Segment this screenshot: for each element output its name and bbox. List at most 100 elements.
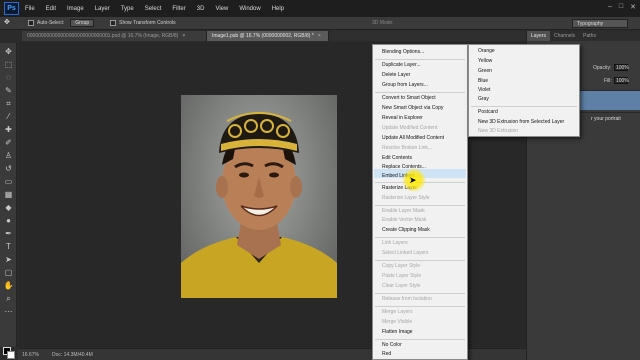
layer-context-menu: Blending Options... Duplicate Layer... D… (372, 44, 468, 360)
mouse-cursor-icon: ➤ (409, 175, 417, 185)
options-bar: ✥ Auto-Select: Group Show Transform Cont… (0, 17, 640, 30)
layer-name: r your portrait (591, 116, 621, 122)
menu-select[interactable]: Select (145, 6, 162, 12)
shape-tool-icon[interactable]: ▢ (3, 268, 14, 277)
move-tool-icon[interactable]: ✥ (3, 47, 14, 56)
tab-channels[interactable]: Channels (550, 31, 579, 41)
auto-select-dropdown[interactable]: Group (70, 19, 95, 27)
menu-item-violet[interactable]: Violet (478, 87, 490, 93)
menu-item-update-all-modified[interactable]: Update All Modified Content (382, 135, 444, 141)
pen-tool-icon[interactable]: ✒ (3, 229, 14, 238)
zoom-tool-icon[interactable]: ⌕ (3, 294, 14, 303)
workspace-dropdown[interactable]: Typography (572, 19, 628, 28)
menu-item-merge-visible: Merge Visible (382, 319, 413, 325)
menu-separator (375, 237, 465, 238)
portrait-image (181, 95, 337, 298)
background-color-swatch[interactable] (7, 351, 15, 359)
menu-item-blue[interactable]: Blue (478, 78, 488, 84)
menu-type[interactable]: Type (121, 6, 134, 12)
menu-separator (375, 339, 465, 340)
hand-tool-icon[interactable]: ✋ (3, 281, 14, 290)
menu-item-copy-layer-style: Copy Layer Style (382, 263, 421, 269)
tab-layers[interactable]: Layers (527, 31, 551, 41)
menu-item-paste-layer-style: Paste Layer Style (382, 273, 422, 279)
menu-item-orange[interactable]: Orange (478, 48, 495, 54)
layer-row[interactable]: r your portrait (579, 112, 640, 132)
menu-item-blending-options[interactable]: Blending Options... (382, 49, 424, 55)
maximize-button[interactable]: □ (619, 3, 623, 11)
menu-edit[interactable]: Edit (46, 6, 56, 12)
menu-3d[interactable]: 3D (197, 6, 205, 12)
menu-item-green[interactable]: Green (478, 68, 492, 74)
menu-item-flatten-image[interactable]: Flatten Image (382, 329, 413, 335)
type-tool-icon[interactable]: T (3, 242, 14, 251)
menu-item-red[interactable]: Red (382, 351, 391, 357)
more-tools-icon[interactable]: ⋯ (3, 307, 14, 316)
menu-item-create-clipping-mask[interactable]: Create Clipping Mask (382, 227, 430, 233)
transform-controls-checkbox[interactable] (110, 20, 117, 26)
move-tool-icon[interactable]: ✥ (4, 18, 18, 28)
menu-item-rasterize-layer-style: Rasterize Layer Style (382, 195, 430, 201)
tab-document-2[interactable]: Image1.psb @ 16.7% (0000000002, RGB/8) *… (207, 31, 329, 41)
lasso-tool-icon[interactable]: ◌ (3, 73, 14, 82)
menu-item-reveal-explorer[interactable]: Reveal in Explorer (382, 115, 423, 121)
gradient-tool-icon[interactable]: ▦ (3, 190, 14, 199)
fill-field[interactable]: 100% (614, 77, 629, 84)
color-submenu: Orange Yellow Green Blue Violet Gray Pos… (468, 44, 580, 137)
marquee-tool-icon[interactable]: ⬚ (3, 60, 14, 69)
close-window-button[interactable]: ✕ (630, 3, 636, 11)
eyedropper-tool-icon[interactable]: ⁄ (3, 112, 14, 121)
auto-select-checkbox[interactable] (28, 20, 34, 26)
close-tab-icon[interactable]: × (182, 33, 185, 39)
menu-separator (375, 260, 465, 261)
menu-item-3d-extrusion-selected[interactable]: New 3D Extrusion from Selected Layer (478, 119, 564, 125)
menu-item-delete-layer[interactable]: Delete Layer (382, 72, 410, 78)
quick-select-tool-icon[interactable]: ✎ (3, 86, 14, 95)
zoom-level[interactable]: 16.67% (18, 352, 46, 358)
menu-separator (375, 293, 465, 294)
healing-brush-tool-icon[interactable]: ✚ (3, 125, 14, 134)
menu-layer[interactable]: Layer (95, 6, 110, 12)
menu-item-edit-contents[interactable]: Edit Contents (382, 155, 412, 161)
tab-paths[interactable]: Paths (579, 31, 600, 41)
menu-separator (471, 106, 577, 107)
stamp-tool-icon[interactable]: ♙ (3, 151, 14, 160)
eraser-tool-icon[interactable]: ▭ (3, 177, 14, 186)
menu-item-enable-vector-mask: Enable Vector Mask (382, 217, 427, 223)
menu-item-duplicate-layer[interactable]: Duplicate Layer... (382, 62, 421, 68)
menu-item-enable-layer-mask: Enable Layer Mask (382, 208, 425, 214)
minimize-button[interactable]: – (608, 3, 612, 11)
menu-window[interactable]: Window (239, 6, 260, 12)
blur-tool-icon[interactable]: ◆ (3, 203, 14, 212)
opacity-field[interactable]: 100% (614, 64, 629, 71)
menu-item-group-from-layers[interactable]: Group from Layers... (382, 82, 428, 88)
tab-label: Image1.psb @ 16.7% (0000000002, RGB/8) * (212, 33, 314, 39)
menu-bar: Ps File Edit Image Layer Type Select Fil… (0, 0, 640, 17)
portrait-illustration (181, 112, 337, 298)
menu-view[interactable]: View (215, 6, 228, 12)
opacity-label: Opacity: (593, 65, 612, 71)
menu-filter[interactable]: Filter (172, 6, 185, 12)
menu-separator (375, 205, 465, 206)
close-tab-icon[interactable]: × (318, 33, 321, 39)
menu-item-yellow[interactable]: Yellow (478, 58, 492, 64)
history-brush-tool-icon[interactable]: ↺ (3, 164, 14, 173)
menu-file[interactable]: File (25, 6, 35, 12)
menu-item-postcard[interactable]: Postcard (478, 109, 498, 115)
menu-item-no-color[interactable]: No Color (382, 342, 402, 348)
tab-document-1[interactable]: 000000000000000000000000000001.psd @ 16.… (22, 31, 207, 41)
crop-tool-icon[interactable]: ⌗ (3, 99, 14, 108)
brush-tool-icon[interactable]: ✐ (3, 138, 14, 147)
menu-item-gray[interactable]: Gray (478, 96, 489, 102)
tab-label: 000000000000000000000000000001.psd @ 16.… (27, 33, 179, 39)
menu-separator (375, 306, 465, 307)
dodge-tool-icon[interactable]: ● (3, 216, 14, 225)
menu-item-convert-smart-object[interactable]: Convert to Smart Object (382, 95, 436, 101)
menu-image[interactable]: Image (67, 6, 84, 12)
transform-controls-label: Show Transform Controls (119, 20, 176, 26)
menu-separator (375, 59, 465, 60)
menu-item-new-smart-object-copy[interactable]: New Smart Object via Copy (382, 105, 443, 111)
layer-row-selected[interactable] (579, 90, 640, 110)
menu-help[interactable]: Help (272, 6, 284, 12)
path-select-tool-icon[interactable]: ➤ (3, 255, 14, 264)
